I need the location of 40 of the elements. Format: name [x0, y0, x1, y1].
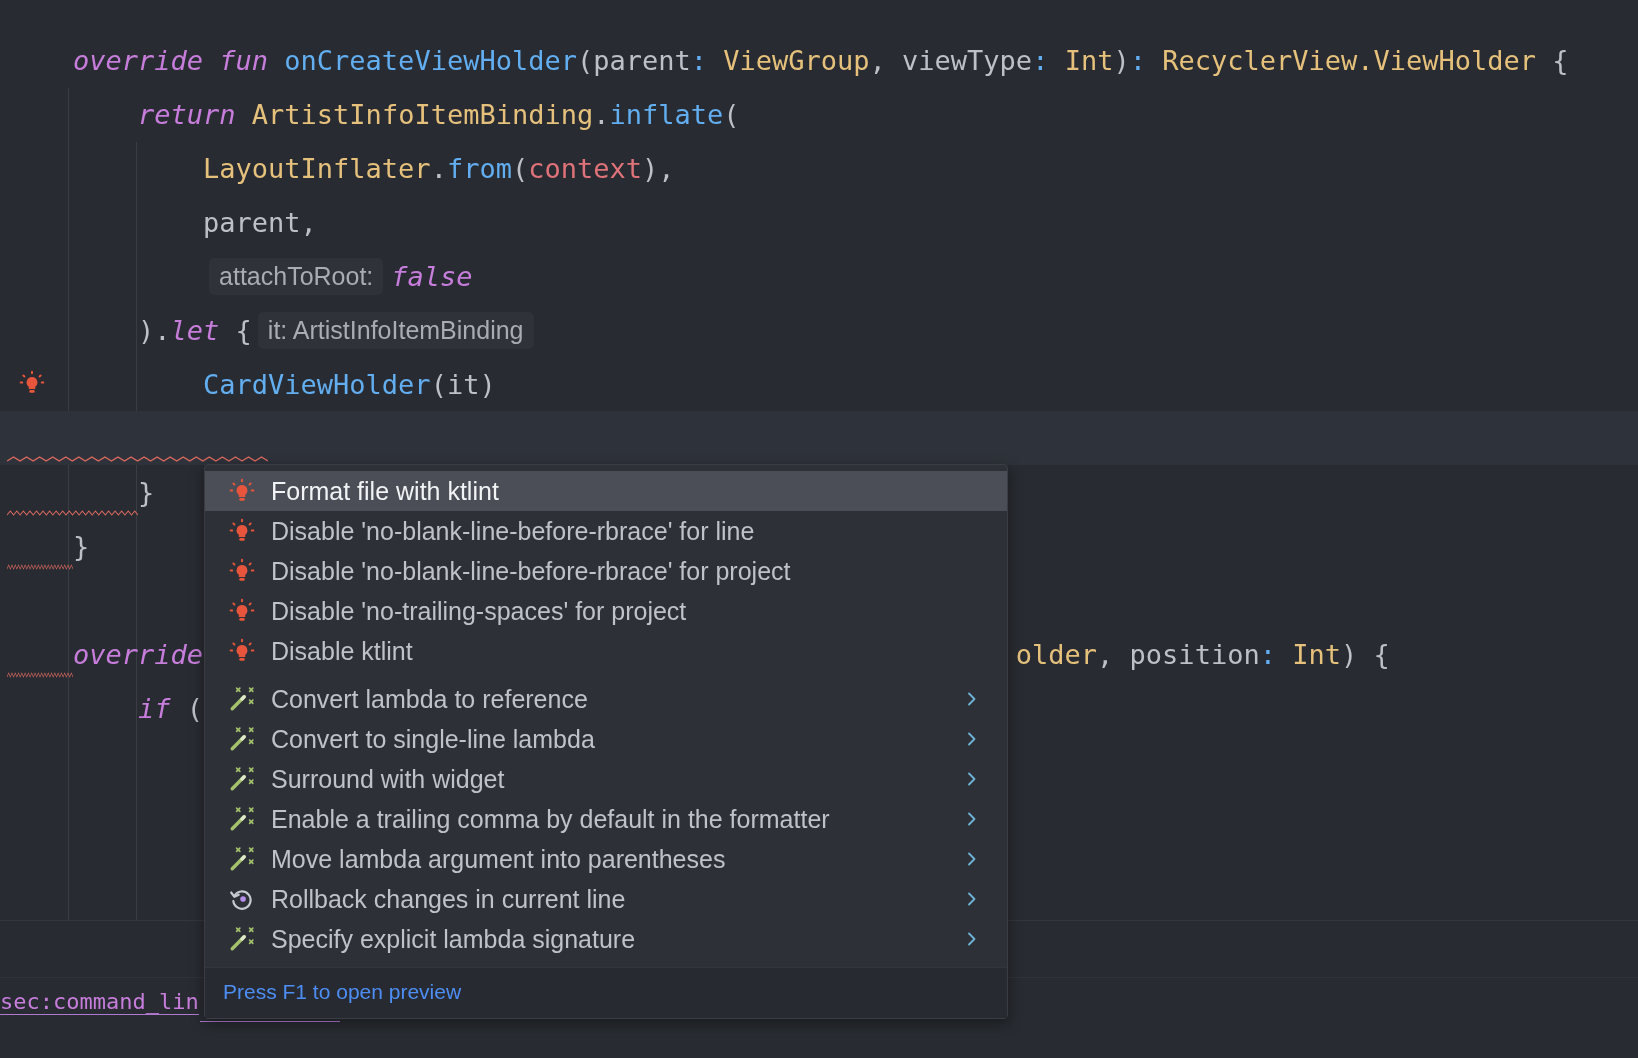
code-text: }: [73, 530, 90, 562]
lightbulb-icon: [229, 518, 255, 544]
code-text: }: [138, 476, 155, 508]
code-text: if (: [138, 692, 204, 724]
menu-item[interactable]: Move lambda argument into parentheses: [205, 839, 1007, 879]
menu-item[interactable]: Format file with ktlint: [205, 471, 1007, 511]
code-text: false: [391, 260, 473, 292]
code-text: CardViewHolder(it): [203, 368, 496, 400]
lightbulb-icon: [229, 558, 255, 584]
code-text: parent,: [203, 206, 317, 238]
menu-item[interactable]: Disable 'no-blank-line-before-rbrace' for project: [205, 551, 1007, 591]
code-text: override fun onCreateViewHolder(parent: ViewGroup, viewType: Int): RecyclerView.ViewHolder {: [73, 44, 1569, 76]
code-text: override: [73, 638, 204, 670]
lightbulb-icon: [229, 598, 255, 624]
code-text: older, position: Int) {: [1015, 638, 1390, 670]
lightbulb-icon: [229, 478, 255, 504]
magic-wand-icon: [229, 766, 255, 792]
menu-item[interactable]: Specify explicit lambda signature: [205, 919, 1007, 959]
code-text: ).let {: [138, 314, 252, 346]
code-text: LayoutInflater.from(context),: [203, 152, 675, 184]
menu-item[interactable]: Convert to single-line lambda: [205, 719, 1007, 759]
magic-wand-icon: [229, 726, 255, 752]
lightbulb-icon: [229, 638, 255, 664]
menu-item[interactable]: Surround with widget: [205, 759, 1007, 799]
magic-wand-icon: [229, 686, 255, 712]
menu-item[interactable]: Disable 'no-trailing-spaces' for project: [205, 591, 1007, 631]
menu-item[interactable]: Disable 'no-blank-line-before-rbrace' for line: [205, 511, 1007, 551]
magic-wand-icon: [229, 846, 255, 872]
magic-wand-icon: [229, 926, 255, 952]
menu-item[interactable]: Convert lambda to reference: [205, 679, 1007, 719]
code-text: return ArtistInfoItemBinding.inflate(: [138, 98, 740, 130]
menu-item[interactable]: Disable ktlint: [205, 631, 1007, 671]
inlay-hint: attachToRoot:: [209, 257, 384, 295]
preview-hint: Press F1 to open preview: [223, 980, 462, 1003]
menu-item[interactable]: Rollback changes in current line: [205, 879, 1007, 919]
lightbulb-icon[interactable]: [19, 370, 45, 396]
command-link[interactable]: sec:command_lin: [0, 989, 199, 1015]
menu-item[interactable]: Enable a trailing comma by default in the formatter: [205, 799, 1007, 839]
inlay-hint: it: ArtistInfoItemBinding: [257, 311, 534, 349]
magic-wand-icon: [229, 806, 255, 832]
